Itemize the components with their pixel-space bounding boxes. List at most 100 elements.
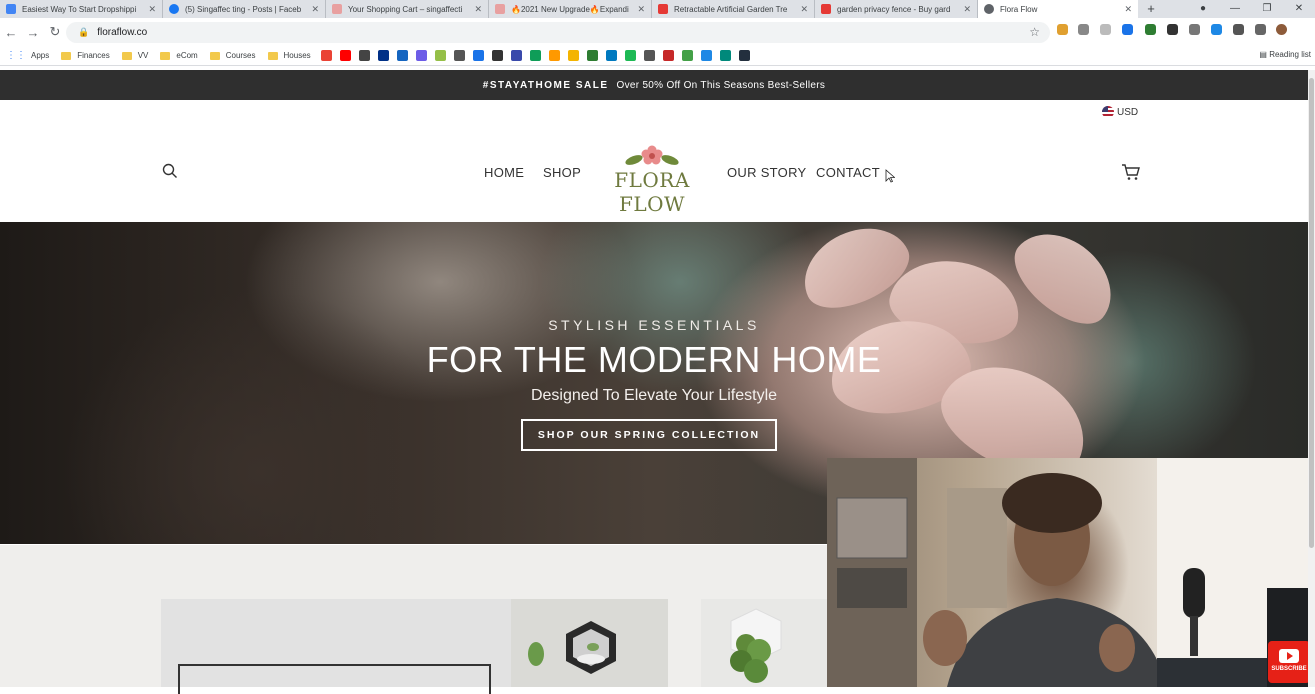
collection-card-planter[interactable]	[701, 599, 828, 687]
restore-button[interactable]: ❐	[1251, 0, 1283, 18]
gmail-icon[interactable]	[320, 50, 332, 61]
search-icon[interactable]	[162, 163, 178, 179]
extension-icon[interactable]	[1122, 24, 1133, 35]
subscribe-button[interactable]: SUBSCRIBE	[1268, 641, 1310, 683]
scrollbar-thumb[interactable]	[1309, 78, 1314, 548]
tab-dropshipping[interactable]: Easiest Way To Start Dropshippi ✕	[0, 0, 163, 18]
trello-icon[interactable]	[605, 50, 617, 61]
nav-shop[interactable]: SHOP	[543, 165, 581, 180]
close-icon[interactable]: ✕	[963, 4, 971, 15]
bookmark-icon[interactable]	[510, 50, 522, 61]
docs-icon	[6, 4, 16, 14]
bookmark-icon[interactable]	[700, 50, 712, 61]
collection-card-terrarium[interactable]	[511, 599, 668, 687]
folder-icon	[209, 51, 220, 60]
extension-icon[interactable]	[1189, 24, 1200, 35]
tab-new-upgrade[interactable]: 🔥2021 New Upgrade🔥Expandi ✕	[489, 0, 652, 18]
chart-icon[interactable]	[662, 50, 674, 61]
shield-icon[interactable]	[358, 50, 370, 61]
bookmark-label: Finances	[77, 51, 110, 60]
nav-contact[interactable]: CONTACT	[816, 165, 880, 180]
shopify-icon[interactable]	[434, 50, 446, 61]
tab-privacy-fence[interactable]: garden privacy fence - Buy gard ✕	[815, 0, 978, 18]
extension-icon[interactable]	[1211, 24, 1222, 35]
extension-icon[interactable]	[1167, 24, 1178, 35]
tab-facebook[interactable]: (5) Singaffec ting - Posts | Faceb ✕	[163, 0, 326, 18]
extension-icon[interactable]	[1078, 24, 1089, 35]
profile-icon[interactable]: ●	[1187, 0, 1219, 18]
bookmark-icon[interactable]	[415, 50, 427, 61]
close-icon[interactable]: ✕	[148, 4, 156, 15]
address-bar[interactable]: 🔒 floraflow.co ☆	[66, 22, 1050, 43]
us-flag-icon	[1102, 106, 1114, 118]
bookmark-label: Courses	[225, 51, 256, 60]
shop-collection-button[interactable]: SHOP OUR SPRING COLLECTION	[521, 419, 777, 451]
puzzle-icon[interactable]	[1233, 24, 1244, 35]
close-icon[interactable]: ✕	[311, 4, 319, 15]
extension-icon[interactable]	[1057, 24, 1068, 35]
bookmark-folder[interactable]: Courses	[209, 51, 256, 60]
bookmark-folder[interactable]: VV	[121, 51, 148, 60]
bookmark-icon[interactable]	[681, 50, 693, 61]
close-icon[interactable]: ✕	[1124, 4, 1132, 15]
collection-card[interactable]	[161, 599, 511, 694]
playlist-icon[interactable]	[1255, 24, 1266, 35]
close-window-button[interactable]: ✕	[1283, 0, 1315, 18]
bookmarks-bar: ⋮⋮ Apps Finances VV eCom Courses Houses …	[0, 46, 1315, 66]
extension-icon[interactable]	[1145, 24, 1156, 35]
bookmark-apps[interactable]: ⋮⋮ Apps	[6, 50, 49, 61]
close-icon[interactable]: ✕	[637, 4, 645, 15]
tab-title: Flora Flow	[1000, 4, 1038, 14]
tab-shopping-cart[interactable]: Your Shopping Cart – singaffecti ✕	[326, 0, 489, 18]
bookmark-folder[interactable]: Finances	[61, 51, 110, 60]
tab-title: 🔥2021 New Upgrade🔥Expandi	[511, 4, 629, 14]
logo[interactable]: FLORA FLOW	[604, 144, 700, 216]
facebook-icon	[169, 4, 179, 14]
presenter-video	[827, 458, 1308, 687]
nav-home[interactable]: HOME	[484, 165, 524, 180]
youtube-icon[interactable]	[339, 50, 351, 61]
bookmark-icon[interactable]	[453, 50, 465, 61]
amazon-icon[interactable]	[738, 50, 750, 61]
site-header: HOME SHOP FLORA FLOW OUR STORY CONTACT	[0, 120, 1308, 220]
back-arrow-icon[interactable]: ←	[0, 25, 22, 40]
folder-icon	[160, 51, 171, 60]
nav-our-story[interactable]: OUR STORY	[727, 165, 807, 180]
folder-icon	[61, 51, 72, 60]
extension-icon[interactable]	[1100, 24, 1111, 35]
bookmark-folder[interactable]: eCom	[160, 51, 198, 60]
forward-arrow-icon[interactable]: →	[22, 25, 44, 40]
tab-retractable-tree[interactable]: Retractable Artificial Garden Tre ✕	[652, 0, 815, 18]
folder-icon	[267, 51, 278, 60]
reading-list[interactable]: ▤ Reading list	[1259, 50, 1311, 59]
scrollbar[interactable]	[1308, 70, 1315, 687]
close-icon[interactable]: ✕	[800, 4, 808, 15]
analytics-icon[interactable]	[567, 50, 579, 61]
spotify-icon[interactable]	[624, 50, 636, 61]
bookmark-icon[interactable]	[586, 50, 598, 61]
bookmark-star-icon[interactable]: ☆	[1029, 25, 1040, 39]
amazon-icon[interactable]	[548, 50, 560, 61]
drive-icon[interactable]	[472, 50, 484, 61]
lock-icon[interactable]	[396, 50, 408, 61]
tab-flora-flow[interactable]: Flora Flow ✕	[978, 0, 1138, 18]
hero-tagline: Designed To Elevate Your Lifestyle	[530, 387, 778, 404]
webcam-overlay	[827, 458, 1308, 687]
bookmark-icon[interactable]	[491, 50, 503, 61]
close-icon[interactable]: ✕	[474, 4, 482, 15]
logo-text: FLORA FLOW	[614, 168, 690, 216]
avatar[interactable]	[1276, 24, 1287, 35]
cart-icon[interactable]	[1121, 163, 1141, 181]
new-tab-button[interactable]: +	[1138, 0, 1164, 18]
bookmark-icon[interactable]	[643, 50, 655, 61]
wifi-icon[interactable]	[529, 50, 541, 61]
currency-selector[interactable]: USD	[1102, 106, 1138, 118]
bookmark-icon[interactable]	[719, 50, 731, 61]
reload-icon[interactable]: ↻	[44, 24, 66, 40]
minimize-button[interactable]: —	[1219, 0, 1251, 18]
promo-text: Over 50% Off On This Seasons Best-Seller…	[616, 79, 826, 91]
promo-banner: #STAYATHOME SALE Over 50% Off On This Se…	[0, 70, 1308, 100]
terrarium-image	[528, 621, 616, 674]
bookmark-folder[interactable]: Houses	[267, 51, 311, 60]
paypal-icon[interactable]	[377, 50, 389, 61]
